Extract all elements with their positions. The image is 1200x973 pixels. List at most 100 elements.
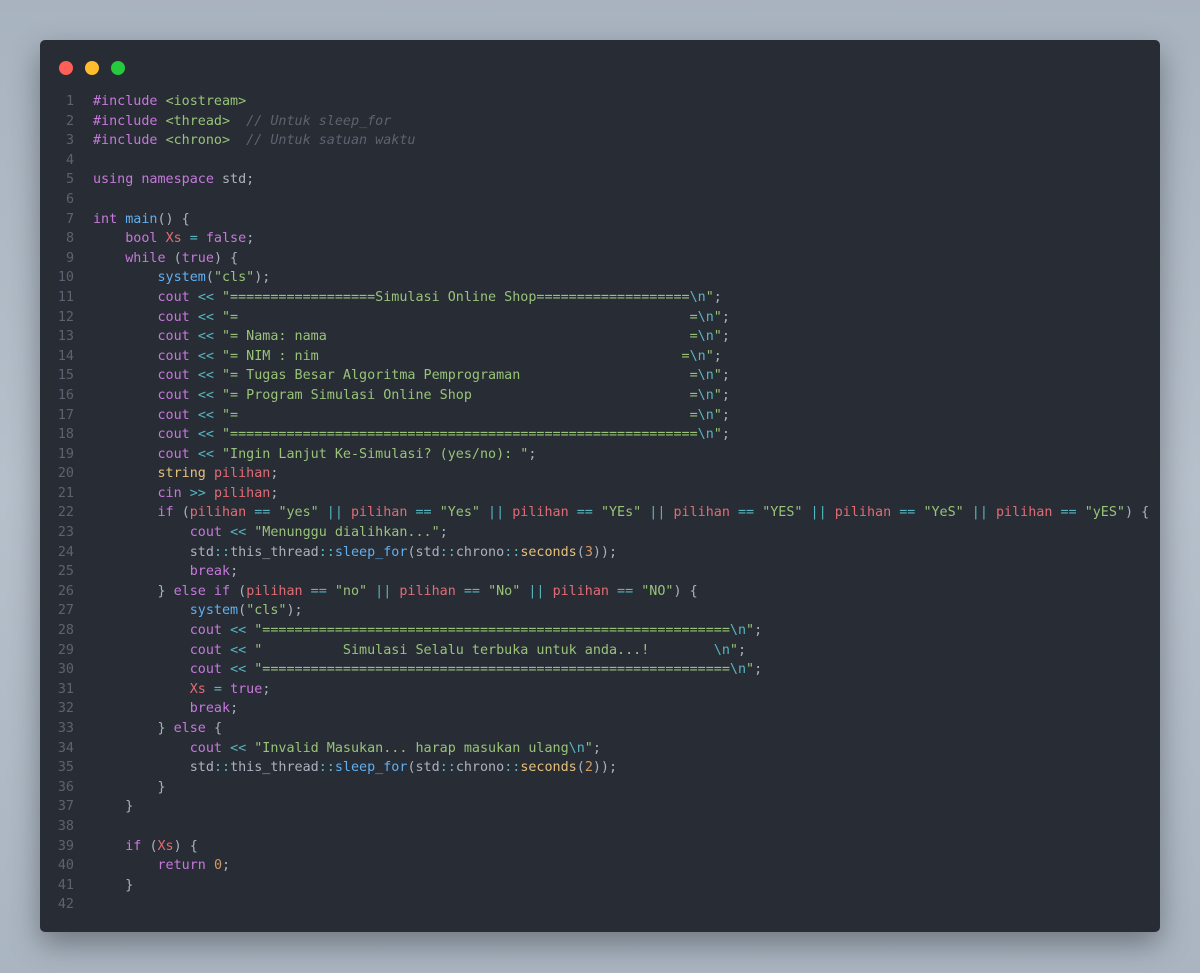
minimize-button[interactable] — [85, 61, 99, 75]
code-token: ); — [254, 270, 271, 286]
code-token: sleep_for — [334, 760, 408, 776]
line-number: 42 — [57, 897, 74, 913]
code-token: << — [230, 642, 255, 658]
code-line: 42 — [40, 895, 1160, 915]
code-token: >> — [189, 485, 214, 501]
code-window: 1 #include <iostream> 2 #include <thread> /… — [40, 40, 1160, 932]
code-token: "Ingin Lanjut Ke-Simulasi? (yes/no): " — [222, 446, 529, 462]
code-token: pilihan — [351, 505, 408, 521]
code-text: cout << "Ingin Lanjut Ke-Simulasi? (yes/… — [74, 445, 537, 465]
code-token: <chrono> — [165, 133, 231, 149]
code-token: || — [367, 583, 400, 599]
code-token: } — [93, 779, 166, 795]
code-token: << — [230, 740, 255, 756]
code-text: cout << "= =\n"; — [74, 308, 730, 328]
code-token: " — [713, 427, 722, 443]
code-text: int main() { — [74, 210, 190, 230]
code-token: 2 — [584, 760, 593, 776]
code-token: \n — [697, 368, 714, 384]
code-editor[interactable]: 1 #include <iostream> 2 #include <thread> /… — [40, 92, 1160, 915]
code-token: :: — [213, 760, 231, 776]
line-number: 21 — [57, 485, 74, 501]
code-token: "= Program Simulasi Online Shop = — [222, 387, 698, 403]
code-token: == — [246, 505, 279, 521]
code-token: cout — [189, 740, 231, 756]
code-token: "yES" — [1084, 505, 1125, 521]
code-line: 39 if (Xs) { — [40, 837, 1160, 857]
code-token: || — [963, 505, 996, 521]
line-number: 31 — [57, 681, 74, 697]
code-token: pilihan — [552, 583, 609, 599]
code-text: cout << "= =\n"; — [74, 406, 730, 426]
code-text: break; — [74, 699, 238, 719]
code-token: return — [157, 858, 214, 874]
code-token: || — [520, 583, 553, 599]
code-token: } — [93, 877, 134, 893]
code-token: pilihan — [213, 466, 271, 482]
maximize-button[interactable] — [111, 61, 125, 75]
code-text: std::this_thread::sleep_for(std::chrono:… — [74, 758, 617, 778]
code-text: cout << "===============================… — [74, 425, 730, 445]
code-token: ; — [222, 858, 231, 874]
code-token: Xs — [189, 681, 206, 697]
code-token: ; — [439, 525, 448, 541]
code-token: \n — [689, 289, 706, 305]
code-token: \n — [729, 662, 747, 678]
code-text: bool Xs = false; — [74, 229, 254, 249]
code-token: { — [213, 721, 222, 736]
code-token: << — [197, 407, 222, 423]
code-text: } — [74, 876, 133, 896]
code-line: 16 cout << "= Program Simulasi Online Sh… — [40, 386, 1160, 406]
code-line: 28 cout << "============================… — [40, 621, 1160, 641]
code-token: cout — [157, 368, 198, 384]
line-number: 25 — [57, 564, 74, 580]
code-token: } — [93, 721, 174, 736]
code-token: this_thread — [230, 760, 319, 776]
code-text: Xs = true; — [74, 680, 271, 700]
code-token: true — [230, 681, 263, 697]
code-token: cin — [157, 485, 190, 501]
code-token: "YES" — [762, 505, 803, 521]
code-token: "Yes" — [439, 505, 480, 521]
code-token: ) { — [213, 250, 239, 266]
code-token: ; — [246, 231, 255, 247]
code-token: \n — [697, 427, 714, 443]
code-line: 40 return 0; — [40, 856, 1160, 876]
code-line: 36 } — [40, 778, 1160, 798]
code-token: cout — [157, 446, 198, 462]
code-token: else if — [173, 583, 239, 599]
code-line: 3 #include <chrono> // Untuk satuan waktu — [40, 131, 1160, 151]
line-number: 4 — [65, 152, 74, 168]
close-button[interactable] — [59, 61, 73, 75]
line-number: 38 — [57, 818, 74, 834]
code-text: cout << " Simulasi Selalu terbuka untuk … — [74, 641, 746, 661]
code-token: == — [407, 505, 440, 521]
code-token: #include — [93, 113, 166, 129]
code-line: 18 cout << "============================… — [40, 425, 1160, 445]
line-number: 16 — [57, 387, 74, 403]
code-token: ( — [173, 250, 182, 266]
code-token: == — [891, 505, 924, 521]
code-token: "=======================================… — [222, 427, 698, 443]
code-token: " — [713, 329, 722, 345]
code-token: " — [584, 740, 593, 756]
code-line: 41 } — [40, 876, 1160, 896]
code-token: \n — [689, 348, 706, 364]
code-token: " — [705, 348, 714, 364]
code-line: 4 — [40, 151, 1160, 171]
code-token: \n — [697, 407, 714, 423]
code-token: if — [157, 505, 182, 521]
code-token: } — [93, 799, 134, 815]
line-number: 15 — [57, 368, 74, 384]
code-line: 2 #include <thread> // Untuk sleep_for — [40, 112, 1160, 132]
